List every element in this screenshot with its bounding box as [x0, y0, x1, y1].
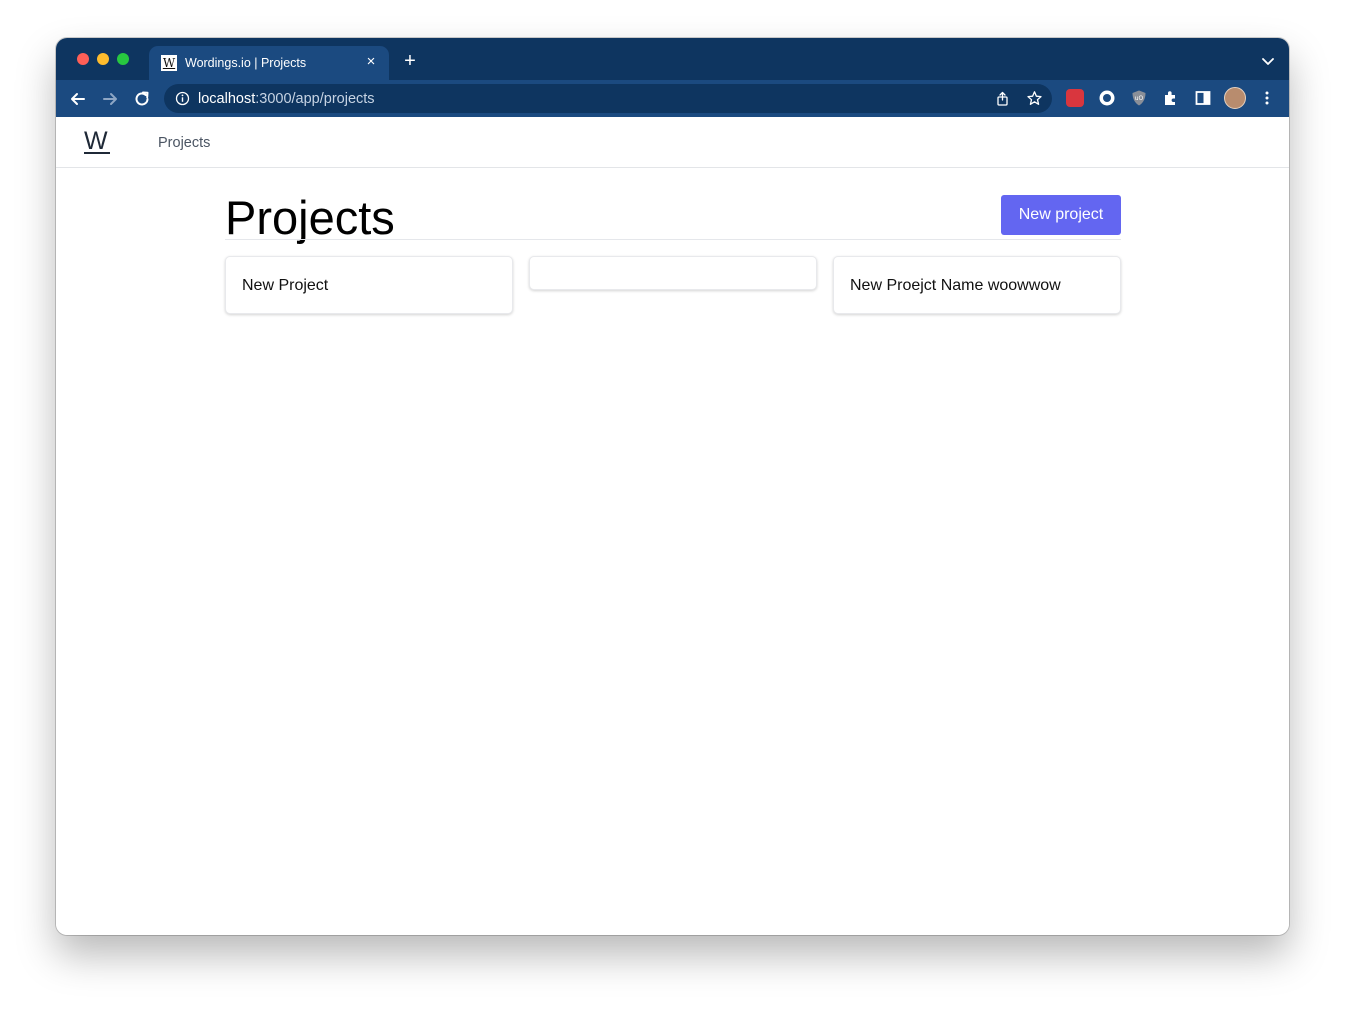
back-icon[interactable] — [68, 89, 88, 109]
tab-title: Wordings.io | Projects — [185, 56, 307, 70]
extensions-icon[interactable] — [1162, 89, 1180, 107]
minimize-window-button[interactable] — [97, 53, 109, 65]
info-icon[interactable] — [175, 91, 190, 106]
browser-tab[interactable]: W Wordings.io | Projects × — [149, 46, 389, 80]
tab-search-chevron-icon[interactable] — [1261, 54, 1275, 68]
extension-red-icon[interactable] — [1066, 89, 1084, 107]
profile-avatar[interactable] — [1224, 87, 1246, 109]
share-icon[interactable] — [994, 90, 1011, 107]
favicon-icon: W — [161, 55, 177, 71]
forward-icon[interactable] — [100, 89, 120, 109]
project-card-title: New Project — [242, 277, 329, 294]
menu-icon[interactable] — [1258, 89, 1276, 107]
maximize-window-button[interactable] — [117, 53, 129, 65]
address-bar[interactable]: localhost:3000/app/projects — [164, 84, 1052, 113]
heading-divider — [225, 239, 1121, 240]
new-project-button[interactable]: New project — [1001, 195, 1121, 235]
reload-icon[interactable] — [132, 89, 152, 109]
url-path: :3000/app/projects — [255, 91, 375, 107]
project-card-title: New Proejct Name woowwow — [850, 277, 1061, 294]
ublock-shield-icon[interactable]: uO — [1130, 89, 1148, 107]
svg-text:uO: uO — [1135, 95, 1144, 102]
project-card[interactable]: New Project — [225, 256, 513, 314]
star-icon[interactable] — [1026, 90, 1043, 107]
side-panel-icon[interactable] — [1194, 89, 1212, 107]
page-content: W Projects Projects New project New Proj… — [56, 117, 1289, 935]
close-window-button[interactable] — [77, 53, 89, 65]
extension-globe-icon[interactable] — [1098, 89, 1116, 107]
browser-toolbar: localhost:3000/app/projects uO — [56, 80, 1289, 117]
url-text: localhost:3000/app/projects — [198, 90, 375, 108]
new-tab-button[interactable]: + — [401, 51, 419, 71]
browser-window: W Wordings.io | Projects × + localhost:3… — [56, 38, 1289, 935]
nav-link-projects[interactable]: Projects — [158, 134, 210, 152]
url-host: localhost — [198, 91, 256, 107]
project-card[interactable] — [529, 256, 817, 290]
project-card[interactable]: New Proejct Name woowwow — [833, 256, 1121, 314]
tab-strip: W Wordings.io | Projects × + — [56, 38, 1289, 80]
app-navbar: W Projects — [56, 117, 1289, 168]
logo-underline — [84, 152, 110, 154]
page-title: Projects — [225, 191, 395, 244]
close-tab-icon[interactable]: × — [363, 54, 379, 70]
